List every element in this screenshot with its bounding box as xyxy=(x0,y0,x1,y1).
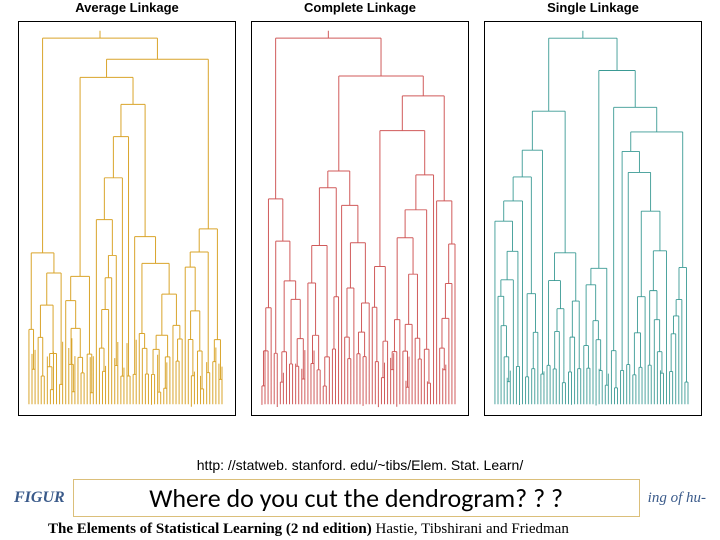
panel-single: Single Linkage xyxy=(484,0,702,416)
book-title: The Elements of Statistical Learning (2 … xyxy=(48,521,372,537)
panel-title: Single Linkage xyxy=(547,0,639,15)
dendrogram-svg-average xyxy=(23,26,231,411)
authors: Hastie, Tibshirani and Friedman xyxy=(372,521,569,537)
question-row: FIGUR Where do you cut the dendrogram? ?… xyxy=(8,479,712,517)
dendrogram-row: Average Linkage Complete Linkage Single … xyxy=(0,0,720,416)
attribution: The Elements of Statistical Learning (2 … xyxy=(8,521,712,538)
dendrogram-average xyxy=(18,21,236,416)
panel-title: Average Linkage xyxy=(75,0,179,15)
dendrogram-single xyxy=(484,21,702,416)
panel-complete: Complete Linkage xyxy=(251,0,469,416)
source-url: http: //statweb. stanford. edu/~tibs/Ele… xyxy=(8,457,712,473)
panel-average: Average Linkage xyxy=(18,0,236,416)
question-highlight: Where do you cut the dendrogram? ? ? xyxy=(73,479,640,517)
figure-label: FIGUR xyxy=(14,489,65,507)
panel-title: Complete Linkage xyxy=(304,0,416,15)
dendrogram-svg-single xyxy=(489,26,697,411)
dendrogram-complete xyxy=(251,21,469,416)
caption-area: http: //statweb. stanford. edu/~tibs/Ele… xyxy=(0,453,720,540)
dendrogram-svg-complete xyxy=(256,26,464,411)
caption-fragment-right: ing of hu- xyxy=(648,490,706,507)
